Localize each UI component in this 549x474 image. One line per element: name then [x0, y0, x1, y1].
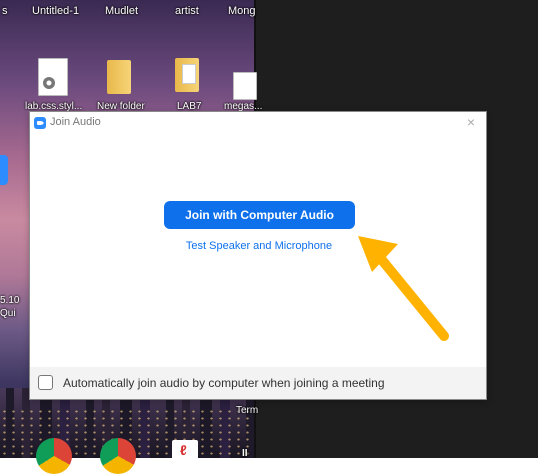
arrow-shaft	[377, 255, 449, 341]
annotation-arrow	[358, 236, 449, 341]
